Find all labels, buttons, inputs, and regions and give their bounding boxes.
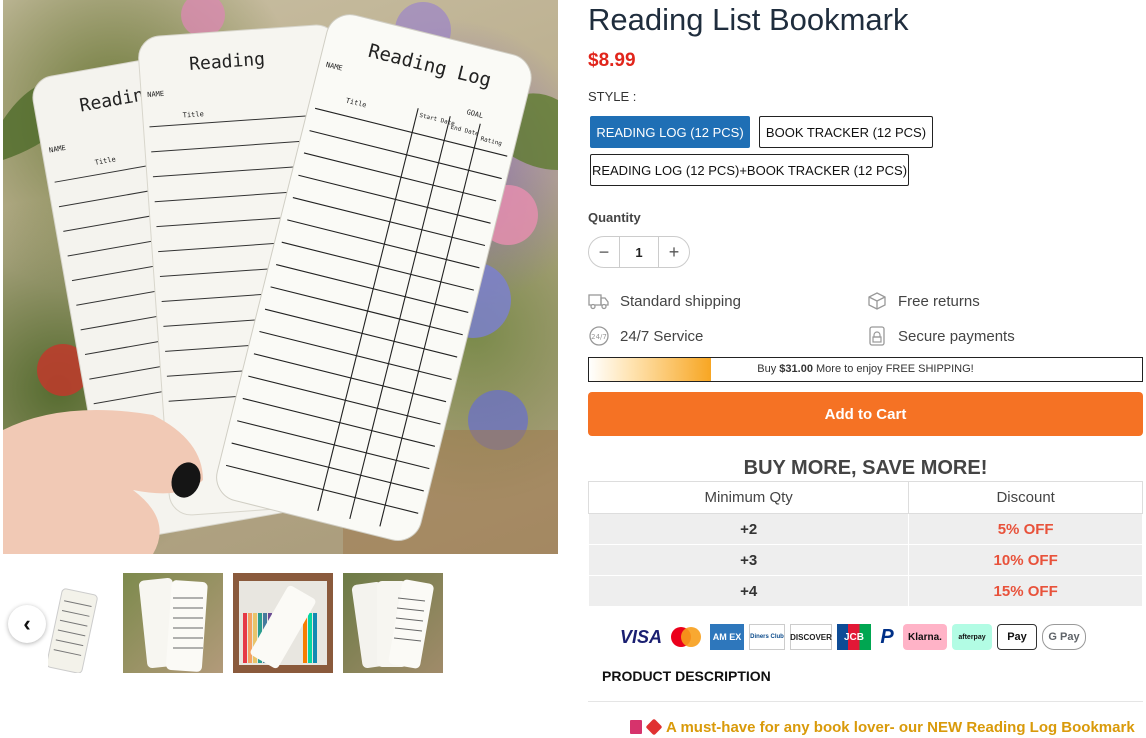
style-option-bundle[interactable]: READING LOG (12 PCS)+BOOK TRACKER (12 PC… bbox=[590, 154, 909, 186]
plus-icon[interactable]: + bbox=[659, 242, 689, 263]
chevron-left-icon[interactable]: ‹ bbox=[8, 605, 46, 643]
card-2-name: NAME bbox=[147, 90, 164, 99]
discover-icon: DISCOVER bbox=[790, 624, 832, 650]
description-promo: A must-have for any book lover- our NEW … bbox=[630, 718, 1135, 736]
divider bbox=[588, 701, 1143, 702]
payment-methods: VISA AM EX Diners Club DISCOVER JCB P Kl… bbox=[620, 624, 1091, 650]
thumbnail-2[interactable] bbox=[123, 573, 223, 673]
style-option-book-tracker[interactable]: BOOK TRACKER (12 PCS) bbox=[759, 116, 933, 148]
quantity-stepper: − 1 + bbox=[588, 236, 690, 268]
quantity-label: Quantity bbox=[588, 210, 641, 225]
discount-off: 5% OFF bbox=[908, 513, 1143, 545]
feature-label: Standard shipping bbox=[620, 292, 741, 310]
main-product-image[interactable]: Reading NAME Title Reading NAME Title Re… bbox=[3, 0, 558, 554]
feature-standard-shipping: Standard shipping bbox=[588, 290, 741, 312]
shipping-suffix: More to enjoy FREE SHIPPING! bbox=[816, 363, 974, 375]
afterpay-icon: afterpay bbox=[952, 624, 992, 650]
feature-label: Secure payments bbox=[898, 327, 1015, 345]
feature-free-returns: Free returns bbox=[866, 290, 980, 312]
feature-secure-payments: Secure payments bbox=[866, 325, 1015, 347]
thumbnail-strip: ‹ bbox=[0, 570, 558, 680]
discount-qty: +4 bbox=[587, 575, 910, 607]
box-return-icon bbox=[866, 290, 888, 312]
main-image-illustration: Reading NAME Title Reading NAME Title Re… bbox=[3, 0, 558, 554]
tag-icon bbox=[645, 718, 663, 736]
free-shipping-text: Buy $31.00 More to enjoy FREE SHIPPING! bbox=[589, 363, 1142, 375]
truck-icon bbox=[588, 290, 610, 312]
product-description-heading: PRODUCT DESCRIPTION bbox=[602, 668, 771, 684]
jcb-icon: JCB bbox=[837, 624, 871, 650]
card-2-col-title: Title bbox=[182, 110, 204, 119]
product-price: $8.99 bbox=[588, 50, 636, 71]
table-row: +4 15% OFF bbox=[587, 575, 1143, 607]
discount-off: 10% OFF bbox=[908, 544, 1143, 576]
discount-col-discount: Discount bbox=[908, 481, 1143, 514]
discount-col-min-qty: Minimum Qty bbox=[587, 481, 910, 514]
thumbnail-3[interactable] bbox=[233, 573, 333, 673]
service-24-7-icon: 24/7 bbox=[588, 325, 610, 347]
promo-text: A must-have for any book lover- our NEW … bbox=[666, 719, 1135, 736]
thumbnail-4[interactable] bbox=[343, 573, 443, 673]
feature-label: Free returns bbox=[898, 292, 980, 310]
discount-off: 15% OFF bbox=[908, 575, 1143, 607]
google-pay-icon: G Pay bbox=[1042, 624, 1086, 650]
secure-payment-icon bbox=[866, 325, 888, 347]
product-title: Reading List Bookmark bbox=[588, 2, 909, 37]
table-row: +3 10% OFF bbox=[587, 544, 1143, 576]
discount-table: Minimum Qty Discount +2 5% OFF +3 10% OF… bbox=[587, 481, 1143, 607]
mastercard-icon bbox=[667, 624, 705, 650]
paypal-icon: P bbox=[880, 625, 894, 648]
quantity-value[interactable]: 1 bbox=[619, 237, 659, 267]
add-to-cart-button[interactable]: Add to Cart bbox=[588, 392, 1143, 436]
visa-icon: VISA bbox=[620, 626, 663, 647]
shipping-prefix: Buy bbox=[757, 363, 777, 375]
style-label: STYLE : bbox=[588, 89, 637, 104]
discount-qty: +3 bbox=[587, 544, 910, 576]
amex-icon: AM EX bbox=[710, 624, 744, 650]
minus-icon[interactable]: − bbox=[589, 242, 619, 263]
free-shipping-progress: Buy $31.00 More to enjoy FREE SHIPPING! bbox=[588, 357, 1143, 382]
svg-text:24/7: 24/7 bbox=[591, 333, 607, 341]
feature-24-7-service: 24/7 24/7 Service bbox=[588, 325, 703, 347]
buy-more-heading: BUY MORE, SAVE MORE! bbox=[743, 457, 988, 479]
discount-qty: +2 bbox=[587, 513, 910, 545]
klarna-icon: Klarna. bbox=[903, 624, 947, 650]
diners-club-icon: Diners Club bbox=[749, 624, 785, 650]
feature-label: 24/7 Service bbox=[620, 327, 704, 345]
book-icon bbox=[630, 720, 642, 734]
shipping-amount: $31.00 bbox=[779, 363, 813, 375]
style-option-reading-log[interactable]: READING LOG (12 PCS) bbox=[590, 116, 750, 148]
apple-pay-icon: Pay bbox=[997, 624, 1037, 650]
table-row: +2 5% OFF bbox=[587, 513, 1143, 545]
